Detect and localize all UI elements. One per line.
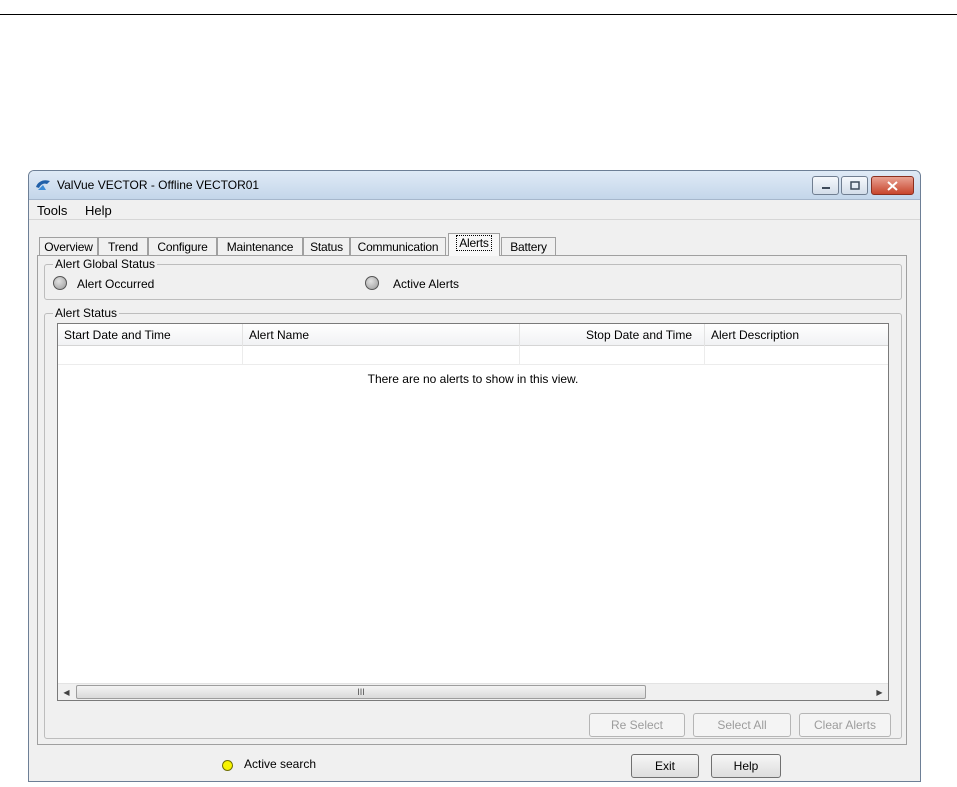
tab-communication[interactable]: Communication [350,237,446,255]
close-button[interactable] [871,176,914,195]
tab-configure[interactable]: Configure [148,237,217,255]
active-search-label: Active search [244,757,317,771]
help-button[interactable]: Help [711,754,781,778]
list-item [58,346,888,365]
clear-alerts-button[interactable]: Clear Alerts [799,713,891,737]
tab-overview[interactable]: Overview [39,237,98,255]
active-alerts-label: Active Alerts [393,277,460,291]
menu-tools[interactable]: Tools [37,203,67,218]
alert-list-header: Start Date and Time Alert Name Stop Date… [58,324,888,346]
alert-occurred-led-icon [53,276,67,290]
top-divider [0,14,957,15]
scroll-right-icon[interactable]: ▶ [871,684,888,701]
empty-list-message: There are no alerts to show in this view… [367,372,579,386]
menu-bar: Tools Help [29,200,920,220]
horizontal-scrollbar[interactable]: ◀ III ▶ [58,683,888,700]
close-icon [887,180,898,191]
app-window: ValVue VECTOR - Offline VECTOR01 Tools H… [28,170,921,782]
column-alert-name[interactable]: Alert Name [243,324,520,346]
column-start-date-time[interactable]: Start Date and Time [58,324,243,346]
alert-global-status-group: Alert Global Status Alert Occurred Activ… [44,257,902,300]
active-search-led-icon [222,760,233,771]
tab-maintenance[interactable]: Maintenance [217,237,303,255]
tab-battery[interactable]: Battery [501,237,556,255]
alert-global-status-legend: Alert Global Status [53,257,158,271]
column-stop-date-time[interactable]: Stop Date and Time [520,324,705,346]
alert-status-group: Alert Status Start Date and Time Alert N… [44,306,902,739]
tab-status[interactable]: Status [303,237,350,255]
minimize-button[interactable] [812,176,839,195]
restore-icon [849,181,860,190]
alerts-tab-panel: Alert Global Status Alert Occurred Activ… [37,255,907,745]
window-title: ValVue VECTOR - Offline VECTOR01 [57,178,260,192]
active-alerts-led-icon [365,276,379,290]
tab-alerts[interactable]: Alerts [448,233,500,256]
select-all-button[interactable]: Select All [693,713,791,737]
scroll-left-icon[interactable]: ◀ [58,684,75,701]
app-logo-icon [36,180,50,190]
alert-status-legend: Alert Status [53,306,120,320]
alert-list[interactable]: Start Date and Time Alert Name Stop Date… [57,323,889,701]
tab-trend[interactable]: Trend [98,237,148,255]
minimize-icon [821,186,830,189]
title-bar[interactable]: ValVue VECTOR - Offline VECTOR01 [29,171,920,200]
alert-occurred-label: Alert Occurred [77,277,155,291]
scroll-thumb[interactable]: III [76,685,646,699]
column-alert-description[interactable]: Alert Description [705,324,888,346]
scroll-grip: III [357,687,365,697]
maximize-button[interactable] [841,176,868,195]
menu-help[interactable]: Help [85,203,112,218]
re-select-button[interactable]: Re Select [589,713,685,737]
exit-button[interactable]: Exit [631,754,699,778]
